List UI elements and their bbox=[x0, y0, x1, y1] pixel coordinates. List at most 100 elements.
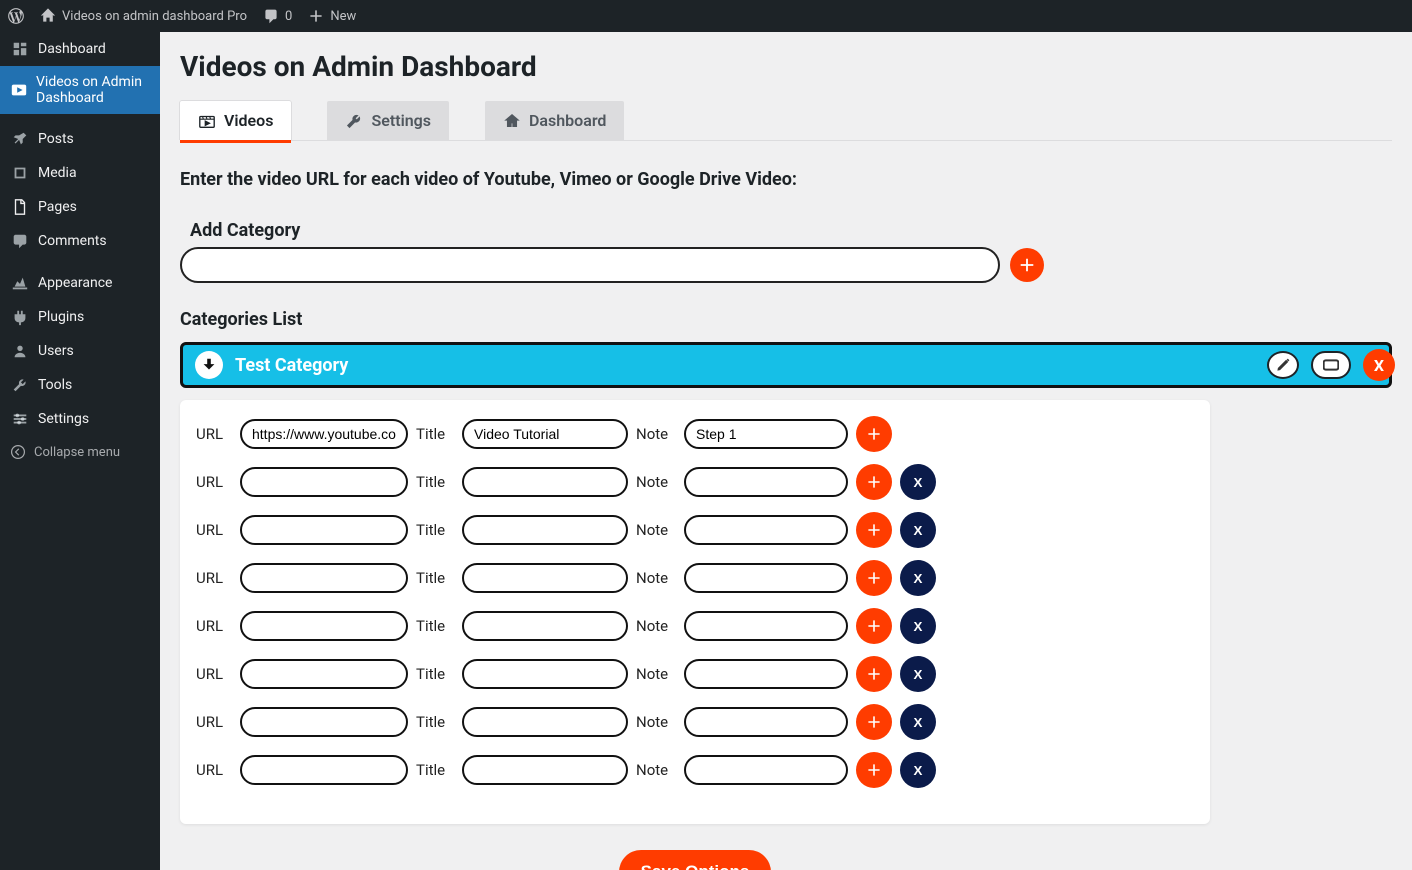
note-input[interactable] bbox=[684, 467, 848, 497]
wp-logo[interactable] bbox=[8, 8, 24, 24]
note-label: Note bbox=[636, 617, 676, 635]
add-category-button[interactable] bbox=[1010, 248, 1044, 282]
url-input[interactable] bbox=[240, 707, 408, 737]
sidebar-item-media[interactable]: Media bbox=[0, 156, 160, 190]
admin-sidebar: Dashboard Videos on Admin Dashboard Posts M… bbox=[0, 32, 160, 870]
url-input[interactable] bbox=[240, 755, 408, 785]
title-input[interactable] bbox=[462, 515, 628, 545]
add-row-button[interactable] bbox=[856, 464, 892, 500]
plus-icon bbox=[866, 474, 882, 490]
site-home-link[interactable]: Videos on admin dashboard Pro bbox=[40, 8, 247, 24]
settings-icon bbox=[10, 410, 30, 428]
tab-dashboard[interactable]: Dashboard bbox=[485, 101, 624, 140]
add-row-button[interactable] bbox=[856, 656, 892, 692]
home-icon bbox=[40, 8, 56, 24]
collapse-menu[interactable]: Collapse menu bbox=[0, 436, 160, 468]
page-icon bbox=[10, 198, 30, 216]
title-input[interactable] bbox=[462, 659, 628, 689]
tool-icon bbox=[10, 376, 30, 394]
add-row-button[interactable] bbox=[856, 752, 892, 788]
delete-row-button[interactable]: X bbox=[900, 608, 936, 644]
delete-row-button[interactable]: X bbox=[900, 560, 936, 596]
sidebar-item-label: Media bbox=[38, 165, 77, 181]
title-input[interactable] bbox=[462, 467, 628, 497]
admin-bar: Videos on admin dashboard Pro 0 New bbox=[0, 0, 1412, 32]
save-options-button[interactable]: Save Options bbox=[619, 850, 772, 870]
collapse-icon bbox=[10, 444, 26, 460]
url-input[interactable] bbox=[240, 419, 408, 449]
tab-videos[interactable]: Videos bbox=[180, 101, 291, 140]
sidebar-item-settings[interactable]: Settings bbox=[0, 402, 160, 436]
note-input[interactable] bbox=[684, 515, 848, 545]
title-input[interactable] bbox=[462, 563, 628, 593]
delete-row-button[interactable]: X bbox=[900, 704, 936, 740]
title-input[interactable] bbox=[462, 419, 628, 449]
sidebar-item-appearance[interactable]: Appearance bbox=[0, 266, 160, 300]
title-input[interactable] bbox=[462, 707, 628, 737]
sidebar-item-pages[interactable]: Pages bbox=[0, 190, 160, 224]
add-category-input[interactable] bbox=[180, 247, 1000, 283]
url-label: URL bbox=[196, 713, 232, 731]
appearance-icon bbox=[10, 274, 30, 292]
url-input[interactable] bbox=[240, 515, 408, 545]
title-label: Title bbox=[416, 665, 454, 683]
category-header: Test Category X bbox=[180, 342, 1392, 388]
sidebar-item-tools[interactable]: Tools bbox=[0, 368, 160, 402]
sidebar-item-videos-on-admin-dashboard[interactable]: Videos on Admin Dashboard bbox=[0, 66, 160, 114]
note-input[interactable] bbox=[684, 563, 848, 593]
plus-icon bbox=[866, 426, 882, 442]
sidebar-item-label: Videos on Admin Dashboard bbox=[36, 74, 150, 106]
comments-link[interactable]: 0 bbox=[263, 8, 292, 24]
tab-settings[interactable]: Settings bbox=[327, 101, 449, 140]
plus-icon bbox=[866, 570, 882, 586]
url-input[interactable] bbox=[240, 563, 408, 593]
note-label: Note bbox=[636, 473, 676, 491]
edit-category-button[interactable] bbox=[1267, 351, 1299, 379]
note-input[interactable] bbox=[684, 707, 848, 737]
title-label: Title bbox=[416, 425, 454, 443]
expand-category-button[interactable] bbox=[1311, 351, 1351, 379]
add-row-button[interactable] bbox=[856, 608, 892, 644]
category-title: Test Category bbox=[235, 355, 1255, 376]
delete-row-button[interactable]: X bbox=[900, 512, 936, 548]
tabs: Videos Settings Dashboard bbox=[180, 101, 1392, 141]
url-input[interactable] bbox=[240, 467, 408, 497]
sidebar-item-users[interactable]: Users bbox=[0, 334, 160, 368]
plus-icon bbox=[866, 618, 882, 634]
sidebar-item-comments[interactable]: Comments bbox=[0, 224, 160, 258]
note-label: Note bbox=[636, 425, 676, 443]
title-input[interactable] bbox=[462, 755, 628, 785]
add-category-label: Add Category bbox=[190, 220, 1392, 241]
note-input[interactable] bbox=[684, 419, 848, 449]
delete-row-button[interactable]: X bbox=[900, 656, 936, 692]
title-label: Title bbox=[416, 761, 454, 779]
url-label: URL bbox=[196, 761, 232, 779]
note-input[interactable] bbox=[684, 611, 848, 641]
video-row: URLTitleNoteX bbox=[196, 704, 1190, 740]
title-input[interactable] bbox=[462, 611, 628, 641]
url-input[interactable] bbox=[240, 659, 408, 689]
add-row-button[interactable] bbox=[856, 704, 892, 740]
new-link[interactable]: New bbox=[308, 8, 356, 24]
drag-handle[interactable] bbox=[195, 351, 223, 379]
delete-row-button[interactable]: X bbox=[900, 464, 936, 500]
plus-icon bbox=[1018, 256, 1036, 274]
sidebar-item-label: Settings bbox=[38, 411, 89, 427]
user-icon bbox=[10, 342, 30, 360]
add-row-button[interactable] bbox=[856, 416, 892, 452]
sidebar-item-posts[interactable]: Posts bbox=[0, 122, 160, 156]
note-input[interactable] bbox=[684, 755, 848, 785]
tab-label: Videos bbox=[224, 111, 273, 130]
url-input[interactable] bbox=[240, 611, 408, 641]
video-row: URLTitleNoteX bbox=[196, 656, 1190, 692]
plus-icon bbox=[866, 666, 882, 682]
sidebar-item-dashboard[interactable]: Dashboard bbox=[0, 32, 160, 66]
delete-category-button[interactable]: X bbox=[1363, 349, 1395, 381]
plus-icon bbox=[866, 522, 882, 538]
sidebar-item-plugins[interactable]: Plugins bbox=[0, 300, 160, 334]
title-label: Title bbox=[416, 617, 454, 635]
add-row-button[interactable] bbox=[856, 512, 892, 548]
note-input[interactable] bbox=[684, 659, 848, 689]
delete-row-button[interactable]: X bbox=[900, 752, 936, 788]
add-row-button[interactable] bbox=[856, 560, 892, 596]
